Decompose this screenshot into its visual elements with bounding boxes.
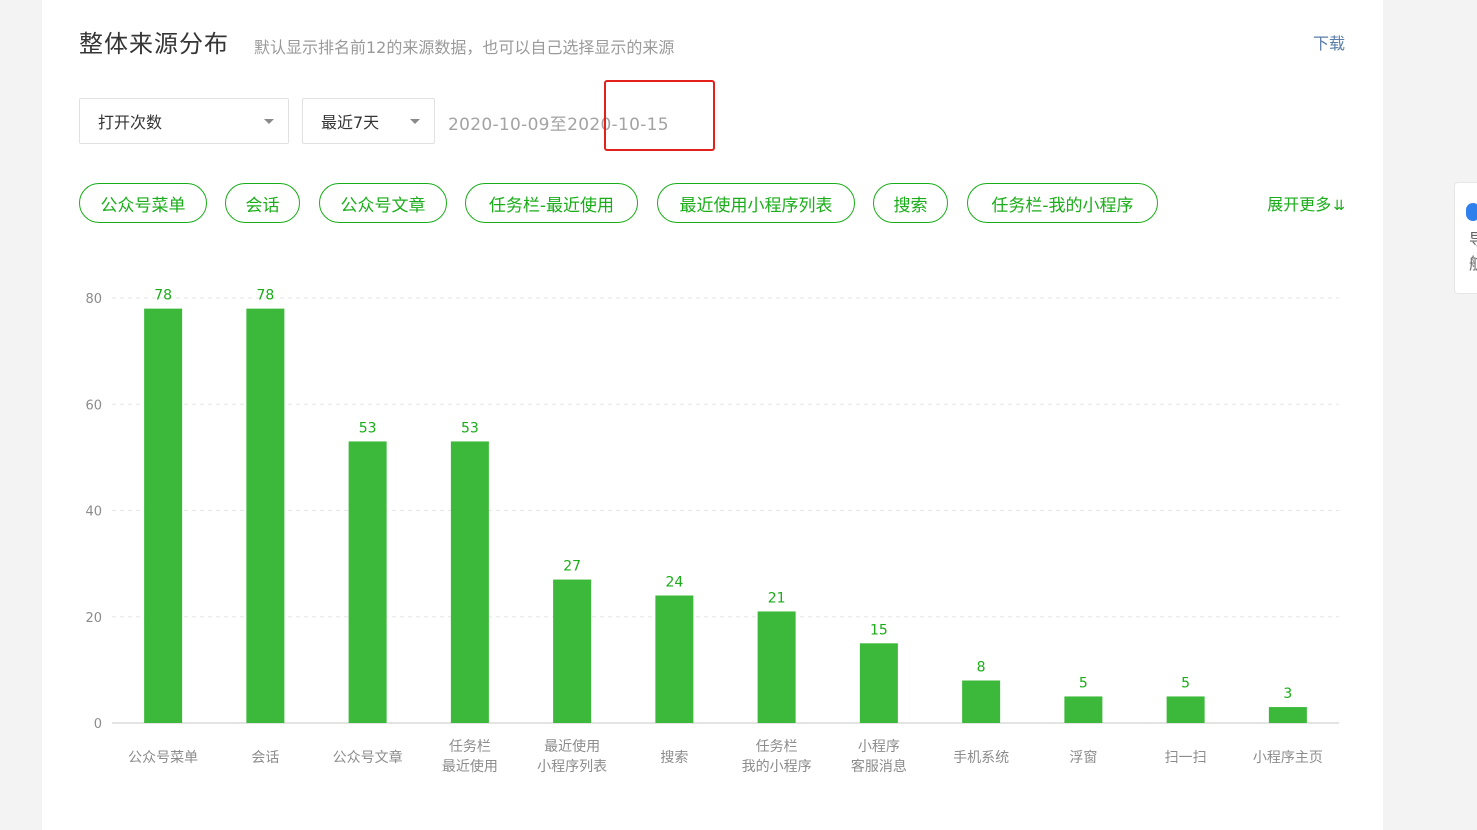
x-tick-label: 小程序列表 bbox=[537, 759, 607, 775]
badge-icon bbox=[1466, 203, 1477, 221]
bar-value-label: 78 bbox=[256, 288, 274, 304]
x-tick-label: 小程序主页 bbox=[1253, 750, 1323, 766]
bar-value-label: 15 bbox=[870, 622, 888, 638]
bar bbox=[450, 441, 489, 723]
x-tick-label: 任务栏 bbox=[756, 739, 798, 755]
bar-chart: 020406080 78公众号菜单78会话53公众号文章53任务栏最近使用27最近… bbox=[85, 288, 1339, 775]
bar-value-label: 24 bbox=[665, 575, 683, 591]
bar-value-label: 53 bbox=[359, 420, 377, 436]
bar bbox=[859, 643, 898, 723]
x-tick-label: 最近使用 bbox=[442, 758, 498, 775]
side-nav-tab[interactable]: 导 航 bbox=[1454, 182, 1477, 294]
bar-value-label: 8 bbox=[977, 660, 986, 676]
x-tick-label: 扫一扫 bbox=[1165, 750, 1207, 766]
bar-value-label: 5 bbox=[1181, 675, 1190, 691]
y-tick-label: 80 bbox=[85, 292, 102, 307]
bar-value-label: 5 bbox=[1079, 675, 1088, 691]
bar-value-label: 78 bbox=[154, 288, 172, 304]
bar bbox=[655, 595, 694, 723]
bar bbox=[1268, 707, 1307, 723]
x-tick-label: 手机系统 bbox=[953, 750, 1009, 766]
bar bbox=[553, 579, 592, 723]
x-tick-label: 公众号文章 bbox=[333, 749, 403, 766]
y-tick-label: 0 bbox=[94, 717, 102, 732]
bar bbox=[962, 680, 1001, 723]
y-tick-label: 60 bbox=[85, 398, 102, 413]
x-tick-label: 浮窗 bbox=[1069, 749, 1097, 766]
bar bbox=[1064, 696, 1103, 723]
bar bbox=[246, 308, 285, 723]
bar-value-label: 27 bbox=[563, 559, 581, 575]
bar bbox=[1166, 696, 1205, 723]
bar-value-label: 21 bbox=[768, 590, 786, 606]
x-tick-label: 会话 bbox=[251, 750, 279, 766]
bar bbox=[348, 441, 387, 723]
x-tick-label: 小程序 bbox=[858, 739, 900, 755]
x-tick-label: 最近使用 bbox=[544, 738, 600, 755]
bar-value-label: 53 bbox=[461, 420, 479, 436]
x-tick-label: 任务栏 bbox=[449, 739, 491, 755]
x-tick-label: 客服消息 bbox=[851, 758, 907, 775]
side-nav-text-1: 导 bbox=[1469, 229, 1477, 251]
y-tick-label: 20 bbox=[85, 611, 102, 626]
side-nav-text-2: 航 bbox=[1469, 253, 1477, 275]
x-tick-label: 搜索 bbox=[660, 749, 688, 766]
source-distribution-panel: 整体来源分布 默认显示排名前12的来源数据，也可以自己选择显示的来源 下载 打开… bbox=[42, 0, 1383, 830]
bar bbox=[757, 611, 796, 723]
x-tick-label: 公众号菜单 bbox=[128, 750, 198, 766]
y-tick-label: 40 bbox=[85, 505, 102, 520]
x-tick-label: 我的小程序 bbox=[742, 759, 812, 775]
bar-value-label: 3 bbox=[1283, 686, 1292, 702]
bar bbox=[144, 308, 183, 723]
